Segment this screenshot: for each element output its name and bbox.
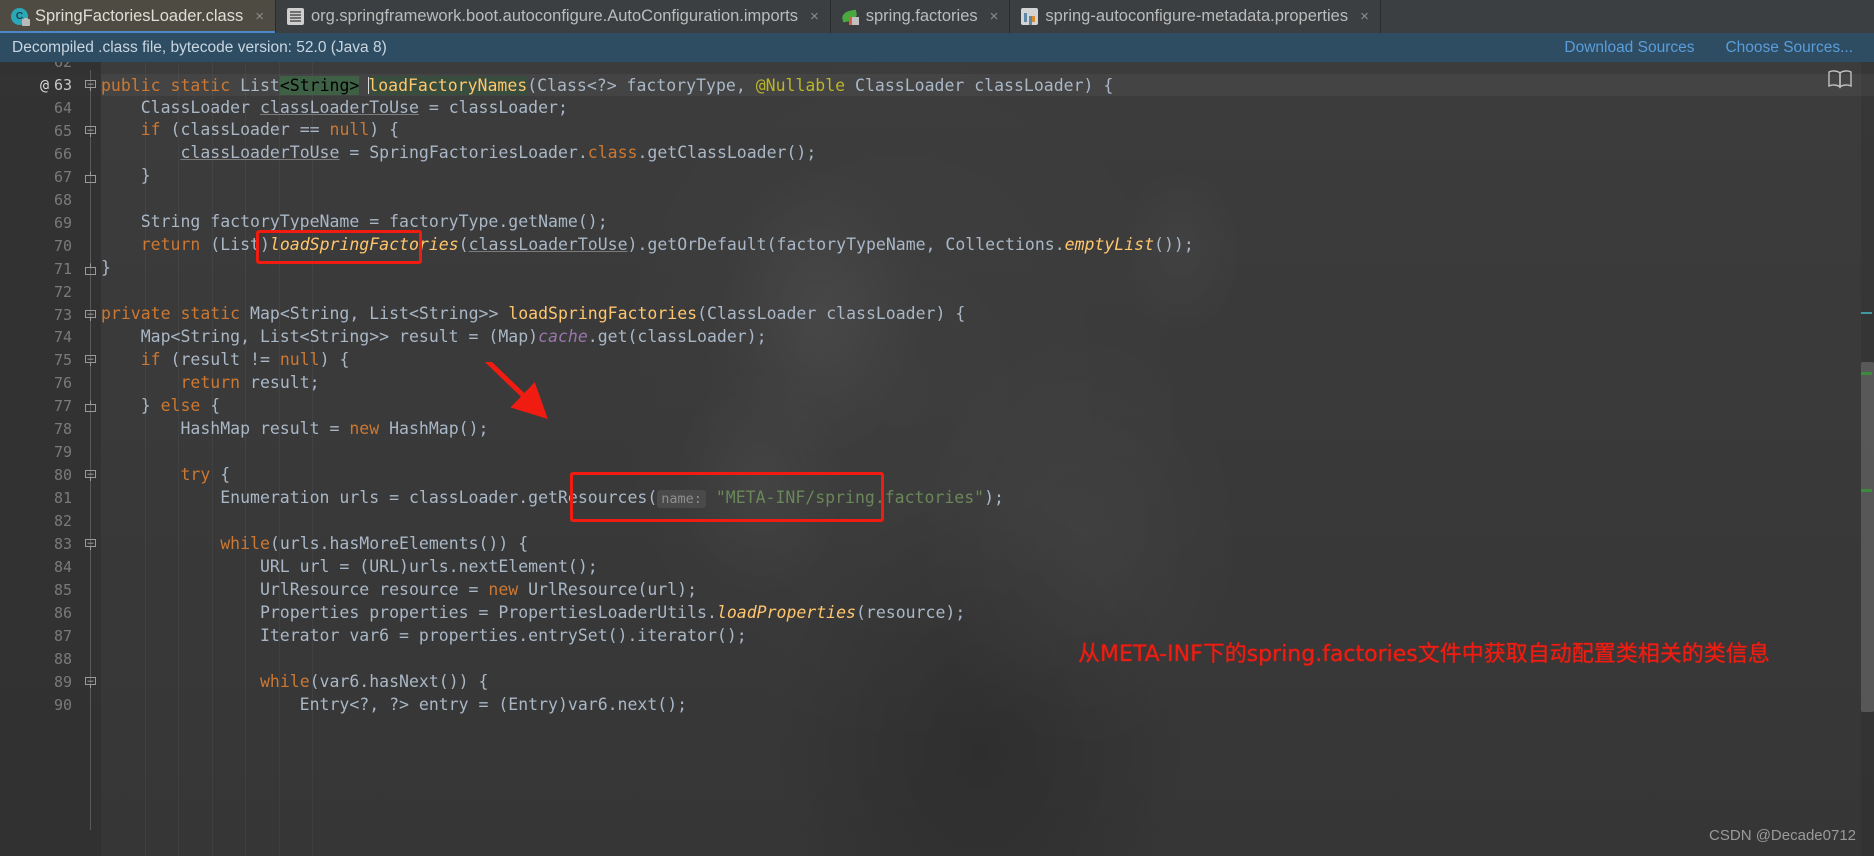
tab-spring-factories[interactable]: spring.factories ×	[830, 0, 1011, 33]
code-line-64: ClassLoader classLoaderToUse = classLoad…	[101, 98, 568, 117]
resource-path-string: "META-INF/spring.factories"	[715, 488, 985, 507]
decompiled-notification-bar: Decompiled .class file, bytecode version…	[0, 33, 1874, 63]
code-line-70: return (List)loadSpringFactories(classLo…	[140, 235, 1194, 254]
code-line-90: Entry<?, ?> entry = (Entry)var6.next();	[101, 695, 688, 714]
scrollbar-marker	[1861, 312, 1872, 314]
tab-label: org.springframework.boot.autoconfigure.A…	[310, 7, 798, 25]
code-line-71: }	[101, 258, 111, 277]
code-line-85: UrlResource resource = new UrlResource(u…	[101, 580, 698, 599]
code-editor[interactable]: 62 63 64 65 66 67 68 69 70 71 72 73 74 75 76 77 78 79 80 81…	[0, 62, 1874, 856]
tab-autoconfiguration-imports[interactable]: org.springframework.boot.autoconfigure.A…	[275, 0, 831, 33]
code-line-78: HashMap result = new HashMap();	[101, 419, 489, 438]
tab-close-icon[interactable]: ×	[1360, 9, 1369, 24]
code-line-84: URL url = (URL)urls.nextElement();	[101, 557, 598, 576]
code-line-77: } else {	[101, 396, 221, 415]
notification-message: Decompiled .class file, bytecode version…	[12, 38, 387, 56]
scrollbar-marker	[1861, 489, 1872, 492]
tab-spring-factories-loader-class[interactable]: SpringFactoriesLoader.class ×	[0, 0, 276, 34]
code-line-86: Properties properties = PropertiesLoader…	[101, 603, 966, 622]
code-line-80: try {	[180, 465, 231, 484]
code-line-87: Iterator var6 = properties.entrySet().it…	[101, 626, 747, 645]
code-line-65: if (classLoader == null) {	[140, 120, 400, 139]
editor-tab-bar: SpringFactoriesLoader.class × org.spring…	[0, 0, 1874, 34]
code-line-81: Enumeration urls = classLoader.getResour…	[101, 488, 1004, 508]
code-line-73: private static Map<String, List<String>>…	[101, 304, 966, 323]
code-line-69: String factoryTypeName = factoryType.get…	[101, 212, 608, 231]
parameter-hint: name:	[657, 490, 706, 508]
source-code[interactable]: public static List<String> loadFactoryNa…	[0, 62, 1874, 856]
annotation-chinese-note: 从META-INF下的spring.factories文件中获取自动配置类相关的…	[1078, 642, 1770, 667]
tab-close-icon[interactable]: ×	[255, 9, 264, 24]
code-line-74: Map<String, List<String>> result = (Map)…	[101, 327, 767, 346]
properties-file-icon	[1021, 8, 1039, 25]
code-line-63: public static List<String> loadFactoryNa…	[101, 76, 1114, 95]
tab-close-icon[interactable]: ×	[810, 9, 819, 24]
book-icon[interactable]	[1827, 69, 1853, 89]
notification-actions: Download Sources Choose Sources...	[1564, 39, 1853, 57]
code-line-75: if (result != null) {	[140, 350, 350, 369]
code-line-89: while(var6.hasNext()) {	[259, 672, 489, 691]
vertical-scrollbar-thumb[interactable]	[1861, 362, 1874, 712]
code-line-76: return result;	[180, 373, 320, 392]
class-file-icon	[11, 8, 30, 26]
text-file-icon	[286, 8, 304, 25]
scrollbar-marker	[1861, 372, 1872, 375]
tab-label: spring-autoconfigure-metadata.properties	[1045, 7, 1349, 25]
spring-leaf-icon	[842, 8, 859, 25]
download-sources-link[interactable]: Download Sources	[1564, 39, 1694, 57]
tab-close-icon[interactable]: ×	[990, 9, 999, 24]
code-line-83: while(urls.hasMoreElements()) {	[220, 534, 529, 553]
tab-label: SpringFactoriesLoader.class	[35, 7, 244, 25]
csdn-watermark: CSDN @Decade0712	[1709, 827, 1856, 844]
tab-spring-autoconfigure-metadata-properties[interactable]: spring-autoconfigure-metadata.properties…	[1010, 0, 1381, 33]
tab-label: spring.factories	[865, 7, 978, 25]
code-line-66: classLoaderToUse = SpringFactoriesLoader…	[180, 143, 817, 162]
code-line-67: }	[101, 166, 151, 185]
choose-sources-link[interactable]: Choose Sources...	[1725, 39, 1853, 57]
vertical-scrollbar-track[interactable]	[1861, 62, 1874, 856]
